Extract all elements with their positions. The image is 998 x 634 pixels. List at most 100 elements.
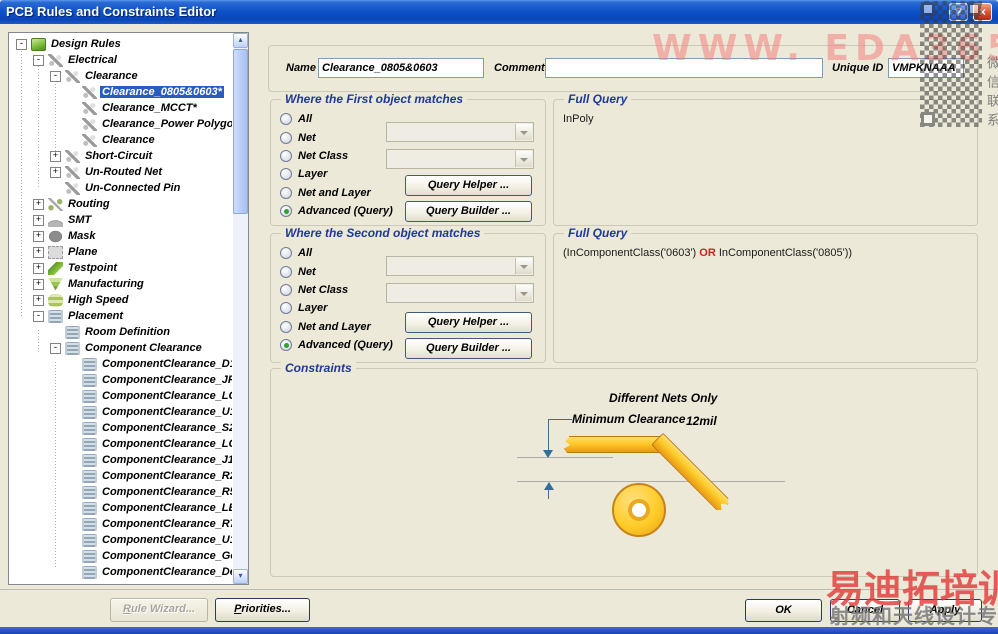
tree-item[interactable]: Un-Connected Pin [10,180,232,196]
radio-layer[interactable] [280,302,292,315]
tree-item[interactable]: + Short-Circuit [10,148,232,164]
collapse-toggle[interactable]: - [33,310,44,322]
tree-item-label[interactable]: ComponentClearance_D1 [100,358,232,370]
tree-item[interactable]: + Manufacturing [10,276,232,292]
minimum-clearance-value[interactable]: 12mil [686,414,717,428]
tree-item[interactable]: + Mask [10,228,232,244]
tree-item-label[interactable]: SMT [66,214,93,226]
tree-item-label[interactable]: Routing [66,198,112,210]
tree-item-label[interactable]: ComponentClearance_LE [100,502,232,514]
priorities-button[interactable]: Priorities... [215,598,310,622]
different-nets-only-selector[interactable]: Different Nets Only [609,391,717,405]
radio-label[interactable]: Net Class [298,284,348,296]
tree-item-label[interactable]: Clearance_0805&0603* [100,86,224,98]
radio-row[interactable]: Net and Layer [280,318,410,336]
second-query-builder-button[interactable]: Query Builder ... [405,338,532,359]
expand-toggle[interactable]: + [33,246,44,258]
tree-item[interactable]: Clearance_MCCT* [10,100,232,116]
radio-label[interactable]: Advanced (Query) [298,339,393,351]
tree-item-label[interactable]: Clearance [83,70,140,82]
tree-item[interactable]: ComponentClearance_U1 [10,404,232,420]
tree-item[interactable]: + High Speed [10,292,232,308]
radio-label[interactable]: Net and Layer [298,187,371,199]
expand-toggle[interactable]: + [33,214,44,226]
tree-item-label[interactable]: Component Clearance [83,342,204,354]
tree-item-label[interactable]: Electrical [66,54,119,66]
radio-advanced-query-[interactable] [280,205,292,218]
tree-item-label[interactable]: ComponentClearance_U1 [100,534,232,546]
tree-item-label[interactable]: Room Definition [83,326,172,338]
tree-item-label[interactable]: Mask [66,230,98,242]
tree-item[interactable]: - Placement [10,308,232,324]
tree-item[interactable]: - Electrical [10,52,232,68]
tree-item-label[interactable]: Clearance_Power Polygo [100,118,232,130]
tree-item[interactable]: Room Definition [10,324,232,340]
tree-item-label[interactable]: ComponentClearance_JP [100,374,232,386]
radio-row[interactable]: Advanced (Query) [280,336,410,354]
tree-item[interactable]: Clearance_0805&0603* [10,84,232,100]
expand-toggle[interactable]: + [50,166,61,178]
tree-item-label[interactable]: ComponentClearance_De [100,566,232,578]
tree-item-label[interactable]: Short-Circuit [83,150,154,162]
scroll-down-arrow-icon[interactable]: ▾ [233,569,248,584]
second-query-helper-button[interactable]: Query Helper ... [405,312,532,333]
tree-item-label[interactable]: Clearance [100,134,157,146]
expand-toggle[interactable]: + [33,230,44,242]
tree-item[interactable]: + Plane [10,244,232,260]
radio-net-and-layer[interactable] [280,186,292,199]
radio-advanced-query-[interactable] [280,339,292,352]
radio-all[interactable] [280,113,292,126]
tree-item[interactable]: Clearance_Power Polygo [10,116,232,132]
scrollbar-thumb[interactable] [233,49,248,214]
radio-label[interactable]: All [298,113,312,125]
radio-layer[interactable] [280,168,292,181]
tree-item-label[interactable]: ComponentClearance_R7 [100,518,232,530]
tree-item[interactable]: ComponentClearance_De [10,564,232,580]
tree-item[interactable]: + SMT [10,212,232,228]
radio-label[interactable]: Advanced (Query) [298,205,393,217]
first-query-helper-button[interactable]: Query Helper ... [405,175,532,196]
tree-item[interactable]: - Design Rules [10,36,232,52]
tree-item[interactable]: ComponentClearance_JP [10,372,232,388]
tree-item[interactable]: ComponentClearance_U1 [10,532,232,548]
radio-label[interactable]: Layer [298,302,327,314]
tree-item[interactable]: - Component Clearance [10,340,232,356]
radio-net-class[interactable] [280,283,292,296]
expand-toggle[interactable]: + [33,278,44,290]
tree-item[interactable]: Clearance [10,132,232,148]
tree-item[interactable]: + Routing [10,196,232,212]
radio-net-and-layer[interactable] [280,320,292,333]
collapse-toggle[interactable]: - [33,54,44,66]
radio-row[interactable]: Net and Layer [280,184,410,202]
name-input[interactable] [318,58,484,78]
scroll-up-arrow-icon[interactable]: ▴ [233,33,248,48]
tree-item-label[interactable]: Un-Connected Pin [83,182,182,194]
tree-item-label[interactable]: ComponentClearance_J1 [100,454,232,466]
tree-item-label[interactable]: ComponentClearance_LC [100,390,232,402]
radio-label[interactable]: All [298,247,312,259]
tree-item-label[interactable]: ComponentClearance_Ge [100,550,232,562]
tree-item-label[interactable]: High Speed [66,294,131,306]
radio-all[interactable] [280,247,292,260]
expand-toggle[interactable]: + [33,294,44,306]
radio-label[interactable]: Net [298,266,316,278]
radio-net-class[interactable] [280,149,292,162]
tree-item-label[interactable]: Plane [66,246,99,258]
expand-toggle[interactable]: + [33,198,44,210]
tree-item-label[interactable]: ComponentClearance_LC [100,438,232,450]
tree-item[interactable]: ComponentClearance_J1 [10,452,232,468]
tree-item-label[interactable]: ComponentClearance_S2 [100,422,232,434]
tree-item-label[interactable]: Placement [66,310,125,322]
collapse-toggle[interactable]: - [16,38,27,50]
ok-button[interactable]: OK [745,599,822,622]
radio-row[interactable]: Advanced (Query) [280,202,410,220]
tree-item-label[interactable]: Un-Routed Net [83,166,164,178]
tree-item[interactable]: + Testpoint [10,260,232,276]
radio-label[interactable]: Net Class [298,150,348,162]
radio-label[interactable]: Net and Layer [298,321,371,333]
tree-item[interactable]: ComponentClearance_D1 [10,356,232,372]
tree-item[interactable]: ComponentClearance_LC [10,388,232,404]
radio-net[interactable] [280,265,292,278]
tree-item[interactable]: ComponentClearance_LC [10,436,232,452]
tree-item[interactable]: ComponentClearance_R5 [10,484,232,500]
